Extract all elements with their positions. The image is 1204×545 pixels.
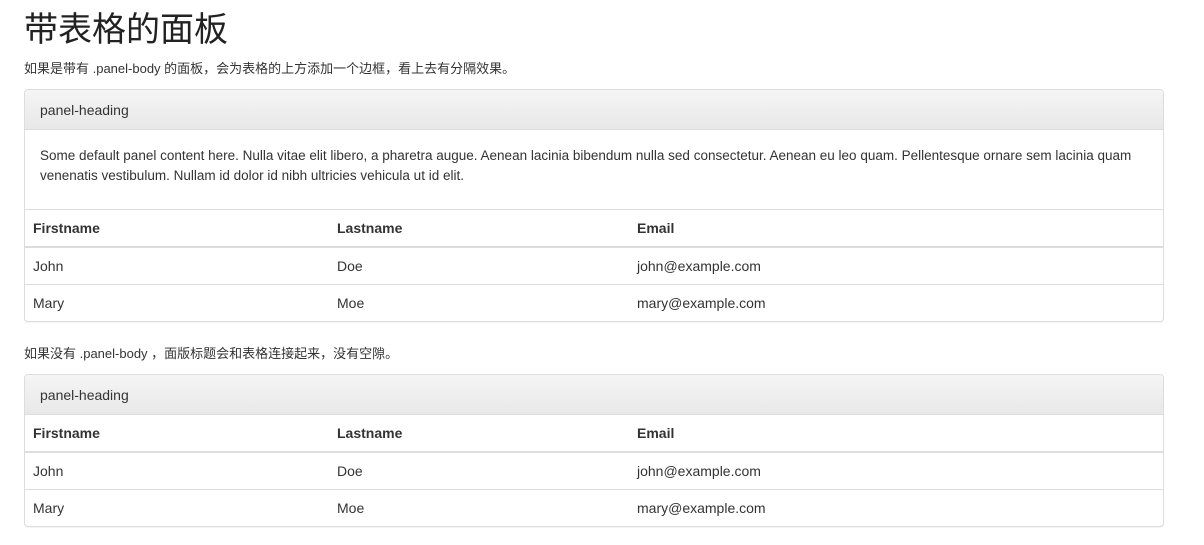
cell-lastname: Moe	[329, 283, 629, 321]
table-row: John Doe john@example.com	[25, 452, 1163, 489]
section1-description: 如果是带有 .panel-body 的面板，会为表格的上方添加一个边框，看上去有…	[24, 61, 516, 76]
column-header-lastname: Lastname	[329, 210, 629, 248]
column-header-email: Email	[629, 210, 1163, 248]
cell-email: mary@example.com	[629, 488, 1163, 526]
column-header-lastname: Lastname	[329, 415, 629, 453]
table-row: Mary Moe mary@example.com	[25, 283, 1163, 321]
cell-email: john@example.com	[637, 257, 761, 274]
page: 带表格的面板 如果是带有 .panel-body 的面板，会为表格的上方添加一个…	[0, 0, 1204, 545]
panel-body: Some default panel content here. Nulla v…	[25, 130, 1163, 210]
cell-lastname: Doe	[337, 462, 363, 479]
column-header-firstname: Firstname	[25, 415, 329, 453]
panel-heading: panel-heading	[25, 90, 1163, 130]
column-header-email: Email	[629, 415, 1163, 453]
section2-description: 如果没有 .panel-body ，面版标题会和表格连接起来，没有空隙。	[24, 346, 399, 361]
panel-heading: panel-heading	[25, 375, 1163, 415]
panel-with-body: panel-heading Some default panel content…	[24, 89, 1164, 322]
cell-lastname: Doe	[337, 257, 363, 274]
cell-email: john@example.com	[637, 462, 761, 479]
panel-without-body: panel-heading Firstname Lastname Email J…	[24, 374, 1164, 527]
cell-email: mary@example.com	[629, 283, 1163, 321]
cell-lastname: Moe	[329, 488, 629, 526]
cell-firstname: Mary	[25, 488, 329, 526]
data-table: Firstname Lastname Email John Doe john@e…	[25, 210, 1163, 321]
table-header-row: Firstname Lastname Email	[25, 415, 1163, 453]
column-header-firstname: Firstname	[25, 210, 329, 248]
table-row: John Doe john@example.com	[25, 247, 1163, 284]
table-row: Mary Moe mary@example.com	[25, 488, 1163, 526]
table-header-row: Firstname Lastname Email	[25, 210, 1163, 248]
data-table: Firstname Lastname Email John Doe john@e…	[25, 415, 1163, 526]
cell-firstname: John	[33, 462, 64, 479]
cell-firstname: John	[33, 257, 64, 274]
cell-firstname: Mary	[25, 283, 329, 321]
page-title: 带表格的面板	[24, 10, 228, 50]
